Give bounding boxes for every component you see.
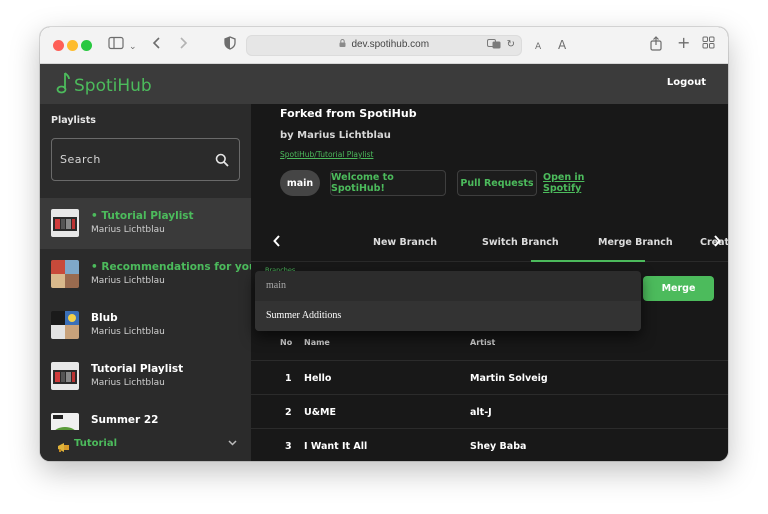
open-in-spotify-link[interactable]: Open in Spotify [543, 170, 623, 196]
shield-icon[interactable] [224, 36, 236, 55]
search-placeholder: Search [60, 153, 101, 166]
reload-icon[interactable]: ↻ [507, 39, 515, 50]
track-number: 1 [285, 373, 292, 384]
tabs-next-icon[interactable] [713, 234, 721, 252]
playlist-item[interactable]: • Recommendations for you Marius Lichtbl… [40, 249, 256, 300]
playlist-name: • Tutorial Playlist [91, 210, 194, 222]
column-header-artist: Artist [470, 338, 496, 347]
tab-merge-branch[interactable]: Merge Branch [598, 237, 673, 248]
track-artist: Shey Baba [470, 441, 527, 452]
current-branch-badge[interactable]: main [280, 170, 320, 196]
table-row[interactable]: 1 Hello Martin Solveig [251, 360, 728, 394]
logout-button[interactable]: Logout [667, 77, 706, 88]
track-artist: Martin Solveig [470, 373, 548, 384]
app-name: SpotiHub [74, 76, 152, 96]
track-name: U&ME [304, 407, 336, 418]
chevron-down-icon[interactable]: ⌄ [129, 38, 137, 56]
dropdown-option[interactable]: Summer Additions [255, 301, 641, 331]
playlist-item[interactable]: Blub Marius Lichtblau [40, 300, 251, 351]
playlist-item[interactable]: Tutorial Playlist Marius Lichtblau [40, 351, 251, 402]
table-row[interactable]: 3 I Want It All Shey Baba [251, 428, 728, 461]
active-tab-indicator [531, 260, 645, 262]
column-header-name: Name [304, 338, 330, 347]
share-icon[interactable] [650, 36, 662, 56]
lock-icon [339, 39, 349, 49]
close-window-button[interactable] [53, 40, 64, 51]
playlist-owner: Marius Lichtblau [91, 276, 165, 286]
tab-new-branch[interactable]: New Branch [373, 237, 437, 248]
sidebar-title: Playlists [51, 115, 96, 126]
text-smaller-button[interactable]: A [535, 38, 541, 56]
dropdown-option[interactable]: main [255, 271, 641, 301]
merge-button[interactable]: Merge [643, 276, 714, 301]
tab-overview-icon[interactable] [702, 36, 715, 54]
table-row[interactable]: 2 U&ME alt-J [251, 394, 728, 428]
sidebar-toggle-icon[interactable] [108, 36, 124, 55]
new-tab-icon[interactable]: + [677, 34, 690, 52]
zoom-window-button[interactable] [81, 40, 92, 51]
playlist-name: • Recommendations for you [91, 261, 257, 273]
branch-tabs: New Branch Switch Branch Merge Branch Cr… [251, 224, 728, 262]
minimize-window-button[interactable] [67, 40, 78, 51]
playlist-cover-icon [51, 311, 79, 339]
text-larger-button[interactable]: A [558, 36, 566, 54]
branch-dropdown[interactable]: main Summer Additions [255, 271, 641, 331]
forward-icon[interactable] [178, 36, 188, 55]
track-number: 3 [285, 441, 292, 452]
playlist-name: Blub [91, 312, 118, 324]
playlist-detail: Forked from SpotiHub by Marius Lichtblau… [251, 104, 728, 461]
welcome-button[interactable]: Welcome to SpotiHub! [330, 170, 446, 196]
source-playlist-link[interactable]: SpotiHub/Tutorial Playlist [280, 150, 373, 159]
translate-icon[interactable] [487, 39, 501, 52]
address-bar[interactable]: dev.spotihub.com ↻ [246, 35, 522, 56]
playlist-owner: Marius Lichtblau [91, 327, 165, 337]
page-title: Forked from SpotiHub [280, 107, 417, 120]
tab-switch-branch[interactable]: Switch Branch [482, 237, 559, 248]
chevron-down-icon[interactable] [228, 438, 237, 449]
megaphone-icon [57, 438, 71, 452]
playlist-owner: Marius Lichtblau [91, 225, 165, 235]
playlist-name: Summer 22 [91, 414, 159, 426]
sidebar: Playlists Search • Tutorial Playlist Mar… [40, 104, 256, 461]
app-header: SpotiHub Logout [40, 64, 728, 104]
app-logo[interactable]: SpotiHub [56, 71, 152, 101]
browser-window: ⌄ dev.spotihub.com ↻ A A + SpotiHub Logo… [40, 27, 728, 461]
music-note-icon [56, 71, 70, 101]
track-artist: alt-J [470, 407, 492, 418]
browser-toolbar: ⌄ dev.spotihub.com ↻ A A + [40, 27, 728, 64]
playlist-name: Tutorial Playlist [91, 363, 184, 375]
pull-requests-button[interactable]: Pull Requests [457, 170, 537, 196]
playlist-cover-icon [51, 209, 79, 237]
search-input[interactable]: Search [51, 138, 240, 181]
back-icon[interactable] [152, 36, 162, 55]
tutorial-toggle[interactable]: Tutorial [40, 430, 251, 461]
playlist-cover-icon [51, 362, 79, 390]
track-name: I Want It All [304, 441, 368, 452]
merge-branch-panel: Branches Merge main Summer Additions [251, 264, 728, 331]
playlist-item[interactable]: • Tutorial Playlist Marius Lichtblau [40, 198, 251, 249]
playlist-owner: Marius Lichtblau [91, 378, 165, 388]
tabs-prev-icon[interactable] [273, 234, 281, 252]
tutorial-label: Tutorial [74, 438, 118, 449]
playlist-cover-icon [51, 260, 79, 288]
url-text: dev.spotihub.com [351, 39, 430, 50]
track-number: 2 [285, 407, 292, 418]
search-icon[interactable] [215, 152, 229, 167]
playlist-author: by Marius Lichtblau [280, 130, 391, 141]
column-header-no: No [280, 338, 293, 347]
track-name: Hello [304, 373, 332, 384]
